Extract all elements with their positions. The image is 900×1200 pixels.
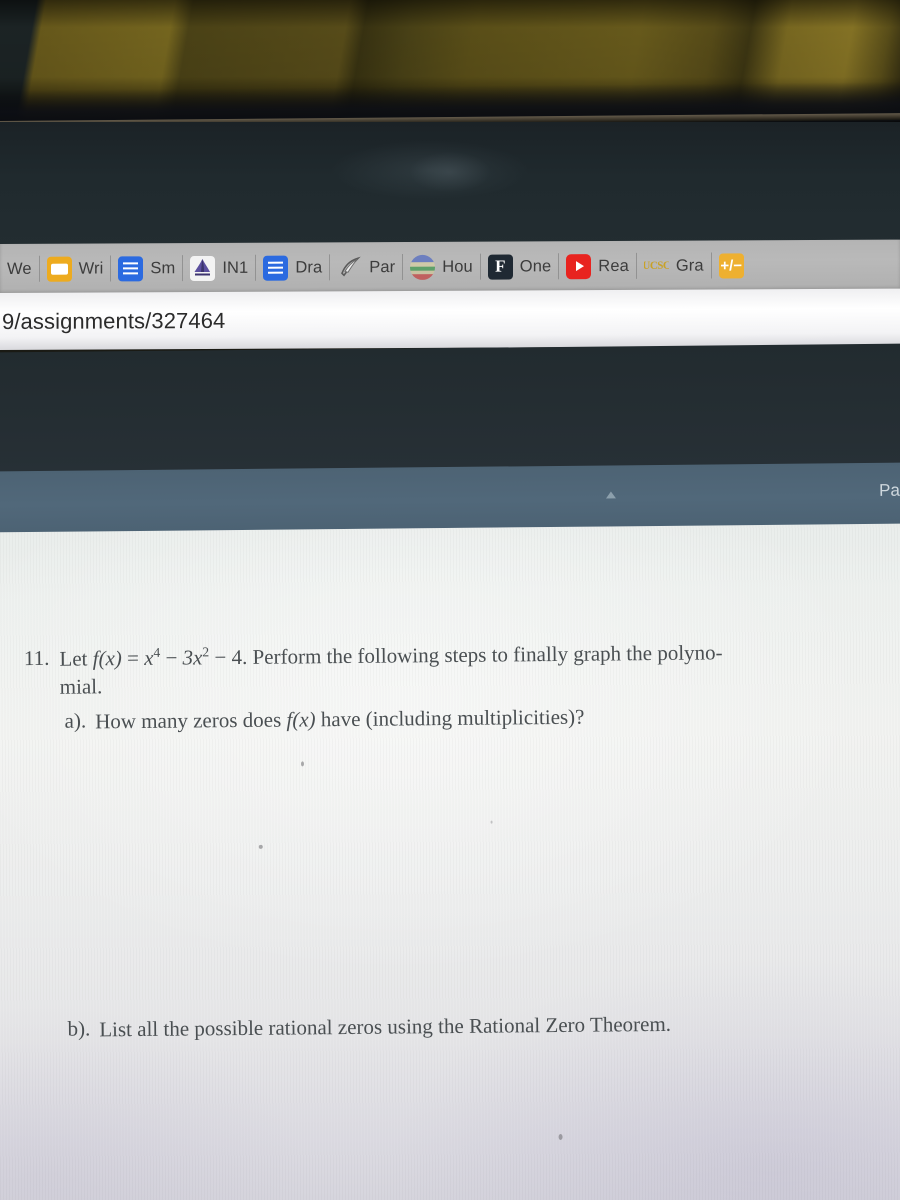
bookmark-separator: [402, 254, 404, 281]
problem-stem-rest: Perform the following steps to finally g…: [252, 640, 723, 669]
bookmark-separator: [635, 252, 637, 279]
bookmark-separator: [182, 255, 184, 282]
bookmark-label: Gra: [675, 256, 704, 275]
google-docs-icon: [263, 255, 289, 281]
bookmark-item-one[interactable]: F One: [481, 246, 559, 286]
equation: f(x) = x4 − 3x2 − 4.: [92, 644, 253, 671]
bookmark-item-rea[interactable]: Rea: [559, 246, 636, 286]
problem-11: 11. Let f(x) = x4 − 3x2 − 4. Perform the…: [24, 637, 855, 701]
bookmark-item-calculator[interactable]: +/−: [712, 245, 751, 285]
bookmark-item-hou[interactable]: Hou: [403, 247, 480, 287]
browser-tab-strip-dark: [0, 122, 900, 248]
bookmark-separator: [479, 253, 481, 280]
document-page: 11. Let f(x) = x4 − 3x2 − 4. Perform the…: [0, 523, 900, 1200]
equation-lhs: f(x): [92, 646, 122, 671]
bookmark-label: We: [7, 259, 32, 278]
quill-pen-icon: [337, 255, 362, 280]
photo-background-above-screen: [0, 0, 900, 131]
problem-stem-prefix: Let: [59, 646, 88, 671]
bookmark-item-wri[interactable]: Wri: [40, 248, 111, 288]
plus-minus-calculator-icon: +/−: [718, 252, 744, 278]
bookmark-item-gra[interactable]: UCSC Gra: [637, 246, 711, 286]
bookmark-item-dra[interactable]: Dra: [256, 247, 329, 287]
youtube-icon: [566, 253, 592, 279]
bookmark-item-in1[interactable]: IN1: [183, 248, 255, 288]
equation-exponent-2: 2: [202, 644, 210, 660]
page-indicator-label: Pa: [879, 480, 900, 500]
part-text: List all the possible rational zeros usi…: [99, 1011, 672, 1042]
bookmark-label: One: [519, 256, 552, 275]
bookmark-separator: [38, 255, 40, 282]
equation-minus-2: −: [214, 645, 227, 670]
problem-part-a: a). How many zeros does f(x) have (inclu…: [64, 701, 844, 736]
google-docs-icon: [118, 255, 144, 281]
equation-exponent-4: 4: [153, 644, 161, 660]
bookmark-label: Rea: [598, 256, 629, 275]
bookmark-label: Hou: [442, 257, 473, 276]
problem-statement: Let f(x) = x4 − 3x2 − 4. Perform the fol…: [59, 637, 850, 701]
ucsc-logo-icon: UCSC: [643, 259, 669, 272]
bookmarks-bar[interactable]: We Wri Sm IN1 Dra Par Hou F One Rea UCSC…: [0, 239, 900, 294]
amber-note-icon: [46, 256, 72, 282]
part-label: a).: [64, 708, 87, 733]
bookmark-separator: [255, 254, 257, 281]
letter-f-icon: F: [487, 253, 513, 280]
circle-landscape-icon: [410, 254, 436, 280]
problem-part-b: b). List all the possible rational zeros…: [67, 1009, 867, 1044]
bookmark-label: Par: [369, 257, 396, 276]
part-a-text-before: How many zeros does: [95, 707, 282, 734]
equation-term-3x: 3x: [182, 645, 203, 670]
bookmark-separator: [110, 255, 112, 282]
screen-glare-secondary: [410, 152, 490, 192]
bookmark-item-sm[interactable]: Sm: [111, 248, 182, 288]
bookmark-label: Dra: [295, 257, 323, 277]
bookmark-item-par[interactable]: Par: [330, 247, 402, 287]
equation-equals: =: [126, 645, 140, 671]
part-text: How many zeros does f(x) have (including…: [95, 704, 585, 736]
bookmark-label: Sm: [150, 258, 176, 277]
equation-minus-1: −: [165, 645, 178, 670]
equation-constant: 4.: [231, 644, 248, 670]
equation-term-x: x: [144, 645, 154, 670]
tree-crest-icon: [190, 255, 216, 281]
pdf-viewer-dark-band: [0, 343, 900, 475]
part-a-function: f(x): [286, 707, 316, 732]
bookmark-label: Wri: [78, 258, 104, 278]
bookmark-label: IN1: [222, 258, 249, 277]
bookmark-item-we[interactable]: We: [0, 249, 39, 289]
bookmark-separator: [710, 252, 712, 279]
caret-icon: [605, 491, 616, 499]
url-text: 9/assignments/327464: [2, 307, 226, 334]
bookmark-separator: [558, 253, 560, 280]
bookmark-separator: [329, 254, 331, 281]
problem-stem-rest-2: mial.: [59, 674, 103, 699]
part-label: b).: [67, 1016, 91, 1041]
part-a-text-after: have (including multiplicities)?: [320, 704, 585, 732]
problem-number: 11.: [23, 645, 50, 671]
assignment-content: 11. Let f(x) = x4 − 3x2 − 4. Perform the…: [0, 524, 900, 1200]
address-bar[interactable]: 9/assignments/327464: [0, 288, 900, 350]
screenshot-root: We Wri Sm IN1 Dra Par Hou F One Rea UCSC…: [0, 0, 900, 1200]
